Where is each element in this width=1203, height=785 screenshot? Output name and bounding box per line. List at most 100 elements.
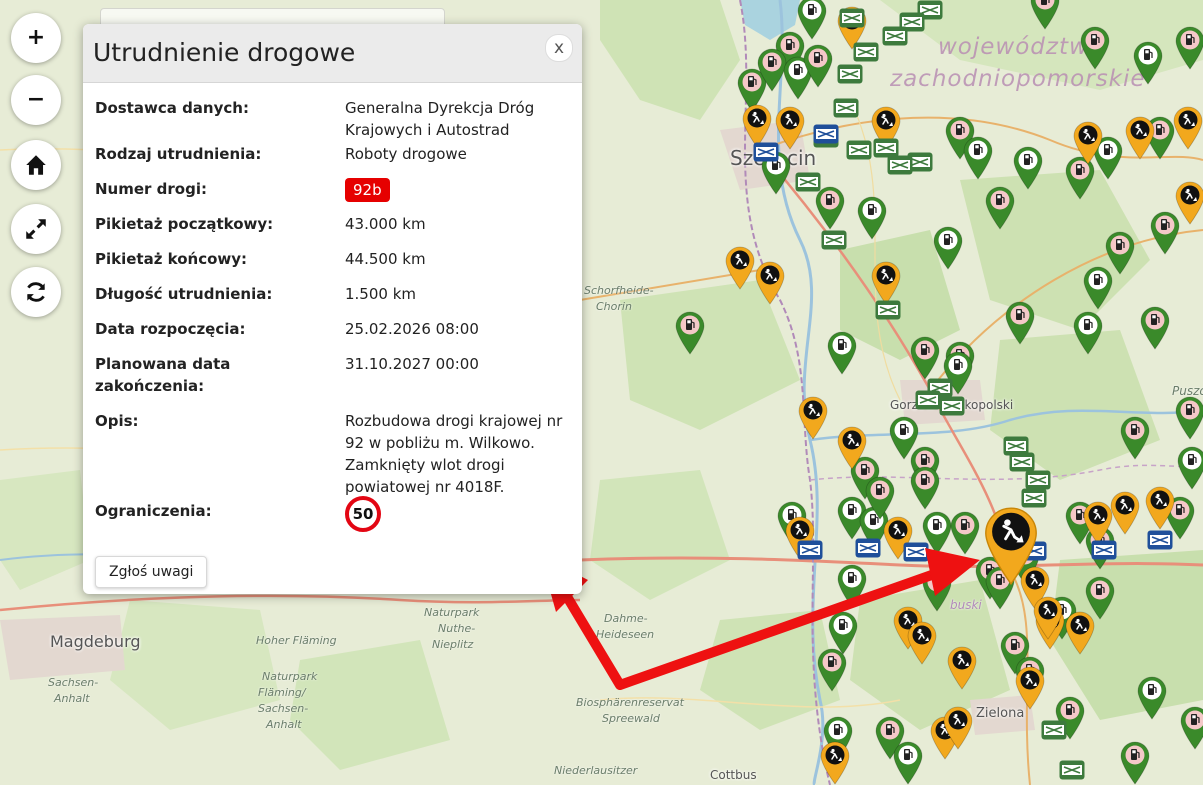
fullscreen-button[interactable] — [11, 204, 61, 254]
roadworks-marker[interactable] — [1065, 611, 1095, 655]
road-closure-marker[interactable] — [1059, 760, 1085, 780]
selected-roadworks-marker[interactable] — [984, 505, 1038, 587]
ev-charger-marker[interactable] — [803, 44, 833, 88]
road-closure-marker[interactable] — [753, 142, 779, 162]
road-closure-icon — [875, 300, 901, 320]
roadworks-marker[interactable] — [798, 396, 828, 440]
road-closure-marker[interactable] — [837, 64, 863, 84]
ev-charger-marker[interactable] — [827, 331, 857, 375]
ev-charger-marker[interactable] — [817, 648, 847, 692]
road-closure-marker[interactable] — [915, 390, 941, 410]
ev-charger-marker[interactable] — [837, 564, 867, 608]
ev-charger-marker[interactable] — [1013, 146, 1043, 190]
ev-charger-marker[interactable] — [950, 511, 980, 555]
road-closure-icon — [846, 140, 872, 160]
roadworks-marker[interactable] — [1110, 491, 1140, 535]
ev-charger-marker[interactable] — [1005, 301, 1035, 345]
ev-charger-marker[interactable] — [922, 568, 952, 612]
ev-charger-marker[interactable] — [963, 136, 993, 180]
road-closure-marker[interactable] — [813, 124, 839, 144]
ev-charger-marker[interactable] — [675, 311, 705, 355]
roadworks-icon — [907, 621, 937, 665]
ev-charger-marker[interactable] — [857, 196, 887, 240]
detail-label: Numer drogi: — [95, 180, 207, 198]
road-closure-marker[interactable] — [833, 98, 859, 118]
road-closure-marker[interactable] — [1025, 470, 1051, 490]
ev-charger-marker[interactable] — [1133, 41, 1163, 85]
roadworks-icon — [943, 706, 973, 750]
ev-charger-marker[interactable] — [933, 226, 963, 270]
ev-charger-marker[interactable] — [1083, 266, 1113, 310]
zoom-out-button[interactable]: − — [11, 75, 61, 125]
roadworks-marker[interactable] — [775, 106, 805, 150]
incident-popup: Utrudnienie drogowe x Dostawca danych: G… — [83, 24, 582, 594]
speed-limit-sign: 50 — [345, 496, 381, 532]
road-closure-marker[interactable] — [1147, 530, 1173, 550]
road-closure-marker[interactable] — [875, 300, 901, 320]
ev-charger-icon — [950, 511, 980, 555]
ev-charger-marker[interactable] — [1140, 306, 1170, 350]
road-closure-marker[interactable] — [795, 172, 821, 192]
roadworks-marker[interactable] — [871, 261, 901, 305]
roadworks-marker[interactable] — [755, 261, 785, 305]
ev-charger-marker[interactable] — [1137, 676, 1167, 720]
road-closure-marker[interactable] — [903, 542, 929, 562]
roadworks-marker[interactable] — [907, 621, 937, 665]
roadworks-marker[interactable] — [1083, 501, 1113, 545]
ev-charger-marker[interactable] — [1120, 416, 1150, 460]
road-closure-marker[interactable] — [1091, 540, 1117, 560]
roadworks-marker[interactable] — [1073, 121, 1103, 165]
road-closure-marker[interactable] — [839, 8, 865, 28]
road-closure-icon — [753, 142, 779, 162]
refresh-button[interactable] — [11, 267, 61, 317]
ev-charger-marker[interactable] — [910, 336, 940, 380]
roadworks-marker[interactable] — [820, 741, 850, 785]
home-button[interactable] — [11, 140, 61, 190]
ev-charger-icon — [837, 564, 867, 608]
ev-charger-marker[interactable] — [1180, 706, 1203, 750]
roadworks-marker[interactable] — [1173, 106, 1203, 150]
ev-charger-marker[interactable] — [1175, 26, 1203, 70]
road-closure-marker[interactable] — [882, 26, 908, 46]
road-closure-icon — [1025, 470, 1051, 490]
ev-charger-marker[interactable] — [893, 741, 923, 785]
road-closure-marker[interactable] — [797, 540, 823, 560]
road-closure-marker[interactable] — [1009, 452, 1035, 472]
road-closure-marker[interactable] — [821, 230, 847, 250]
ev-charger-marker[interactable] — [910, 466, 940, 510]
road-closure-marker[interactable] — [887, 155, 913, 175]
roadworks-marker[interactable] — [1015, 666, 1045, 710]
road-closure-marker[interactable] — [846, 140, 872, 160]
ev-charger-marker[interactable] — [1073, 311, 1103, 355]
roadworks-marker[interactable] — [725, 246, 755, 290]
road-closure-icon — [839, 8, 865, 28]
ev-charger-icon — [963, 136, 993, 180]
ev-charger-marker[interactable] — [1080, 26, 1110, 70]
roadworks-marker[interactable] — [1145, 486, 1175, 530]
report-feedback-button[interactable]: Zgłoś uwagi — [95, 556, 208, 588]
road-closure-icon — [855, 538, 881, 558]
roadworks-icon — [725, 246, 755, 290]
zoom-in-button[interactable]: + — [11, 13, 61, 63]
road-closure-marker[interactable] — [853, 42, 879, 62]
roadworks-marker[interactable] — [837, 426, 867, 470]
road-closure-marker[interactable] — [939, 396, 965, 416]
roadworks-marker[interactable] — [1175, 181, 1203, 225]
road-closure-marker[interactable] — [855, 538, 881, 558]
ev-charger-marker[interactable] — [815, 186, 845, 230]
road-closure-icon — [887, 155, 913, 175]
ev-charger-marker[interactable] — [1177, 446, 1203, 490]
roadworks-marker[interactable] — [947, 646, 977, 690]
roadworks-marker[interactable] — [943, 706, 973, 750]
road-closure-marker[interactable] — [1041, 720, 1067, 740]
ev-charger-marker[interactable] — [1175, 396, 1203, 440]
ev-charger-marker[interactable] — [985, 186, 1015, 230]
ev-charger-marker[interactable] — [1120, 741, 1150, 785]
road-closure-icon — [1091, 540, 1117, 560]
ev-charger-marker[interactable] — [1030, 0, 1060, 30]
roadworks-marker[interactable] — [1033, 596, 1063, 640]
close-button[interactable]: x — [545, 34, 573, 62]
ev-charger-marker[interactable] — [865, 476, 895, 520]
roadworks-icon — [755, 261, 785, 305]
roadworks-marker[interactable] — [1125, 116, 1155, 160]
